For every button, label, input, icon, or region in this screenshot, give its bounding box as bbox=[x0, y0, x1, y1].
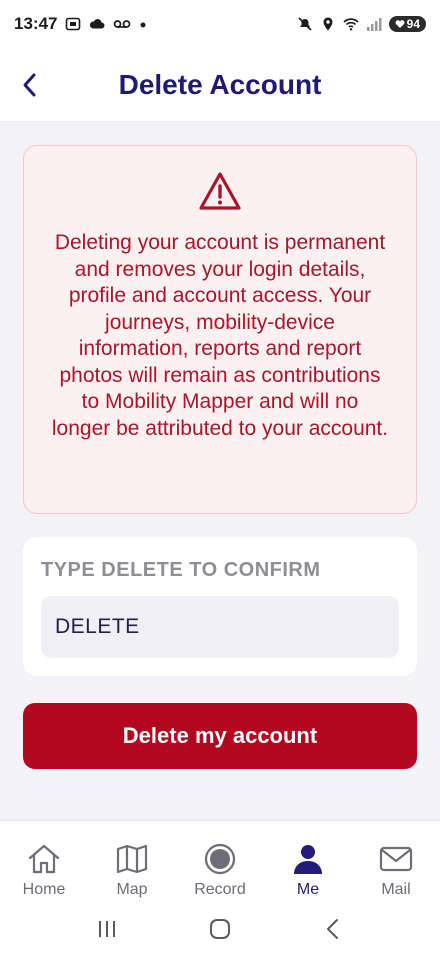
page-title: Delete Account bbox=[118, 68, 322, 100]
tab-label: Mail bbox=[381, 881, 411, 898]
signal-icon bbox=[366, 18, 382, 31]
warning-card: Deleting your account is permanent and r… bbox=[23, 145, 417, 514]
recent-apps-icon bbox=[98, 920, 115, 937]
screenshot-icon bbox=[66, 17, 81, 31]
voicemail-icon bbox=[114, 20, 131, 28]
warning-message: Deleting your account is permanent and r… bbox=[51, 231, 389, 440]
record-icon bbox=[202, 841, 238, 877]
home-icon bbox=[26, 841, 62, 877]
tab-map[interactable]: Map bbox=[88, 821, 176, 904]
back-nav-icon bbox=[327, 918, 339, 939]
map-icon bbox=[114, 841, 150, 877]
system-nav-bar bbox=[0, 904, 440, 953]
person-icon bbox=[290, 841, 326, 877]
header-bar: Delete Account bbox=[0, 48, 440, 122]
status-bar: 13:47 94 bbox=[0, 0, 440, 48]
tab-label: Me bbox=[296, 881, 320, 898]
home-nav-icon bbox=[209, 918, 230, 939]
back-nav-button[interactable] bbox=[313, 909, 353, 949]
tab-bar: Home Map Record Me Mail bbox=[0, 820, 440, 904]
tab-label: Record bbox=[194, 881, 246, 898]
chevron-left-icon bbox=[23, 73, 36, 97]
tab-label: Home bbox=[22, 881, 66, 898]
mail-icon bbox=[378, 841, 414, 877]
cloud-icon bbox=[90, 19, 105, 29]
battery-level: 94 bbox=[406, 17, 420, 31]
confirm-card: TYPE DELETE TO CONFIRM bbox=[23, 537, 417, 676]
recent-apps-button[interactable] bbox=[87, 909, 127, 949]
tab-me[interactable]: Me bbox=[264, 821, 352, 904]
mute-icon bbox=[298, 17, 312, 31]
tab-mail[interactable]: Mail bbox=[352, 821, 440, 904]
confirm-input[interactable] bbox=[41, 596, 399, 658]
tab-record[interactable]: Record bbox=[176, 821, 264, 904]
notification-dot-icon bbox=[140, 22, 146, 28]
status-left: 13:47 bbox=[14, 14, 147, 34]
back-button[interactable] bbox=[10, 65, 50, 105]
tab-label: Map bbox=[116, 881, 148, 898]
tab-home[interactable]: Home bbox=[0, 821, 88, 904]
heart-icon bbox=[395, 20, 405, 28]
delete-account-button[interactable]: Delete my account bbox=[23, 703, 417, 769]
status-right: 94 bbox=[297, 16, 426, 32]
warning-triangle-icon bbox=[199, 172, 241, 210]
home-nav-button[interactable] bbox=[200, 909, 240, 949]
status-time: 13:47 bbox=[14, 14, 58, 33]
wifi-icon bbox=[343, 18, 359, 31]
battery-indicator: 94 bbox=[388, 16, 426, 32]
confirm-label: TYPE DELETE TO CONFIRM bbox=[41, 559, 321, 581]
location-icon bbox=[323, 17, 333, 31]
